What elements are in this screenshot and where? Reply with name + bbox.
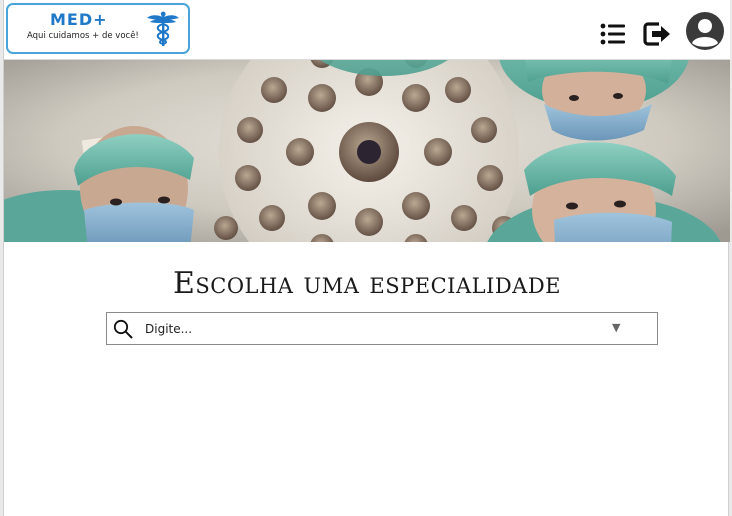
search-icon bbox=[113, 319, 133, 339]
specialty-search-input[interactable] bbox=[145, 317, 605, 340]
page-title: Escolha uma especialidade bbox=[172, 266, 562, 301]
specialty-search-combobox[interactable]: ▼ bbox=[106, 312, 658, 345]
caduceus-icon bbox=[147, 11, 179, 46]
hero-image bbox=[4, 60, 730, 242]
brand-logo[interactable]: MED+ Aqui cuidamos + de você! bbox=[6, 3, 190, 54]
logout-icon[interactable] bbox=[643, 21, 671, 47]
chevron-down-icon[interactable]: ▼ bbox=[612, 321, 620, 334]
app-frame: MED+ Aqui cuidamos + de você! Escolha um… bbox=[3, 0, 730, 516]
logo-title: MED+ bbox=[50, 10, 108, 29]
menu-list-icon[interactable] bbox=[600, 23, 626, 45]
user-avatar-icon[interactable] bbox=[686, 12, 724, 50]
top-header: MED+ Aqui cuidamos + de você! bbox=[4, 0, 730, 60]
surgical-team-photo bbox=[4, 60, 730, 242]
logo-tagline: Aqui cuidamos + de você! bbox=[27, 31, 139, 41]
